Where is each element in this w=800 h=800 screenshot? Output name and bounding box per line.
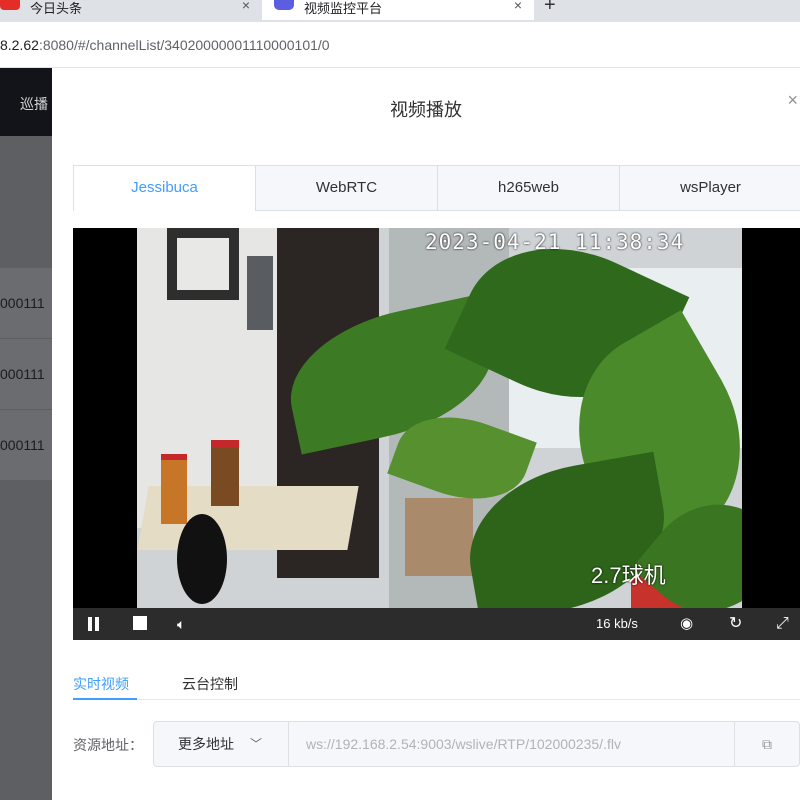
table-row: 000111 xyxy=(0,268,52,338)
tab-live-video[interactable]: 实时视频 xyxy=(73,674,129,694)
more-addresses-label: 更多地址 xyxy=(178,736,234,752)
camera-label: 2.7球机 xyxy=(591,563,666,588)
active-tab-indicator xyxy=(73,698,137,700)
tab-close-icon[interactable]: × xyxy=(514,0,522,13)
jar xyxy=(161,454,187,524)
video-play-dialog: 视频播放 × Jessibuca WebRTC h265web wsPlayer xyxy=(52,68,800,800)
source-address-row: 资源地址： 更多地址 ﹀ ws://192.168.2.54:9003/wsli… xyxy=(73,721,800,767)
nav-item-label: 巡播 xyxy=(20,96,48,112)
tab-wsplayer[interactable]: wsPlayer xyxy=(620,166,800,211)
tab-h265web[interactable]: h265web xyxy=(438,166,620,211)
fullscreen-icon[interactable]: ⤢ xyxy=(776,616,792,632)
player-control-bar: 🔈︎ 16 kb/s ◉ ↻ ⤢ xyxy=(73,608,800,640)
cardboard-box xyxy=(405,498,473,576)
jar xyxy=(211,440,239,506)
video-timestamp: 2023-04-21 11:38:34 xyxy=(425,230,685,254)
source-address-input: 更多地址 ﹀ ws://192.168.2.54:9003/wslive/RTP… xyxy=(153,721,800,767)
bitrate-readout: 16 kb/s xyxy=(596,616,638,631)
address-bar[interactable]: 8.2.62:8080/#/channelList/34020000001110… xyxy=(0,22,800,68)
app-top-nav: 巡播 xyxy=(0,68,52,136)
table-row: 000111 xyxy=(0,339,52,409)
browser-tab-video-platform[interactable]: 视频监控平台 × xyxy=(262,0,534,20)
tab-close-icon[interactable]: × xyxy=(242,0,250,13)
close-icon[interactable]: × xyxy=(787,90,798,111)
dialog-title: 视频播放 xyxy=(390,100,462,120)
volume-mute-icon[interactable]: 🔈︎ xyxy=(177,616,193,632)
browser-tab-toutiao[interactable]: 今日头条 × xyxy=(0,0,262,20)
browser-tab-bar: 今日头条 × 视频监控平台 × + xyxy=(0,0,800,22)
tab-title: 今日头条 xyxy=(30,1,83,16)
camera-feed xyxy=(137,228,742,608)
source-label: 资源地址： xyxy=(73,737,143,753)
url-path: :8080/#/channelList/34020000001110000101… xyxy=(38,37,330,53)
tab-title: 视频监控平台 xyxy=(304,1,383,16)
tab-webrtc[interactable]: WebRTC xyxy=(256,166,438,211)
more-addresses-dropdown[interactable]: 更多地址 ﹀ xyxy=(154,722,289,766)
stop-icon[interactable] xyxy=(133,616,149,632)
screenshot-icon[interactable]: ◉ xyxy=(680,616,696,632)
sub-tabs: 实时视频 云台控制 xyxy=(73,660,800,700)
player-tabs: Jessibuca WebRTC h265web wsPlayer xyxy=(73,165,800,211)
source-url[interactable]: ws://192.168.2.54:9003/wslive/RTP/102000… xyxy=(306,736,621,752)
refresh-icon[interactable]: ↻ xyxy=(729,616,745,632)
stool xyxy=(177,514,227,604)
tab-ptz-control[interactable]: 云台控制 xyxy=(182,674,238,694)
pause-icon[interactable] xyxy=(87,616,103,632)
wall-frame xyxy=(167,228,239,300)
chevron-down-icon: ﹀ xyxy=(250,737,263,751)
app-logo-icon xyxy=(274,0,294,10)
tab-jessibuca[interactable]: Jessibuca xyxy=(74,166,256,211)
url-host: 8.2.62 xyxy=(0,37,39,53)
wall-poster xyxy=(247,256,273,330)
copy-icon[interactable]: ⧉ xyxy=(734,722,799,766)
new-tab-button[interactable]: + xyxy=(544,0,556,17)
table-row: 000111 xyxy=(0,410,52,480)
video-player[interactable]: 2023-04-21 11:38:34 2.7球机 🔈︎ 16 kb/s ◉ ↻… xyxy=(73,228,800,640)
toutiao-icon xyxy=(0,0,20,10)
url-text[interactable]: 8.2.62:8080/#/channelList/34020000001110… xyxy=(0,37,330,53)
